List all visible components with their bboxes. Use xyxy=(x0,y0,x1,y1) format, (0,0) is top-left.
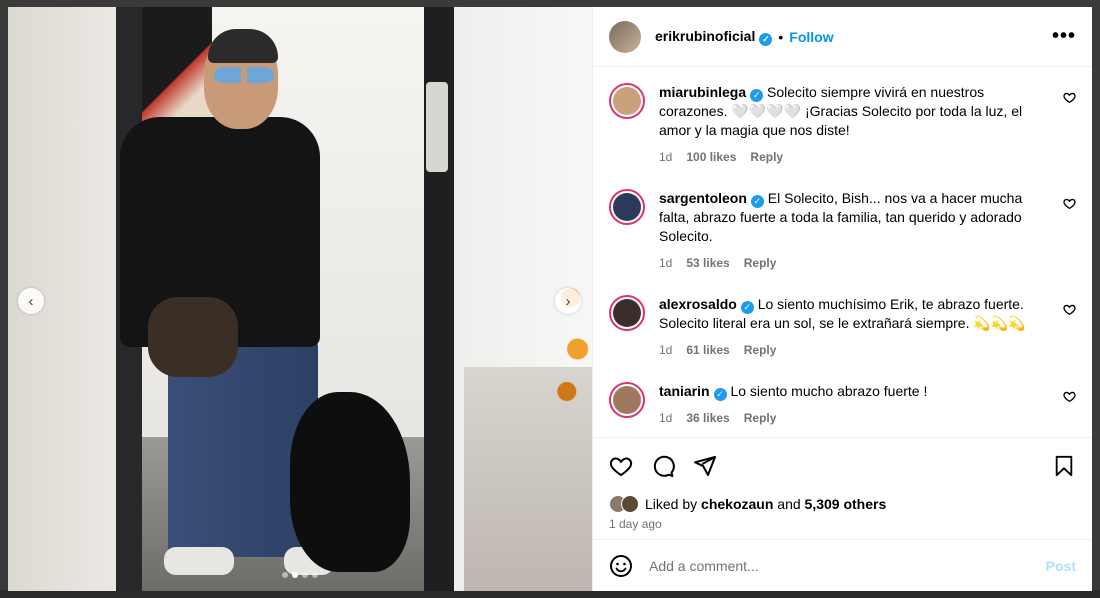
comment-time[interactable]: 1d xyxy=(659,148,672,167)
comment-body: taniarin ✓ Lo siento mucho abrazo fuerte … xyxy=(659,382,1056,428)
comment-reply-button[interactable]: Reply xyxy=(744,341,777,360)
comments-fade xyxy=(593,423,1092,437)
photo-person-sunglasses xyxy=(214,67,274,83)
follow-button[interactable]: Follow xyxy=(789,29,833,45)
post-time-ago[interactable]: 1 day ago xyxy=(593,515,1092,539)
liked-by-line: Liked by chekozaun and 5,309 others xyxy=(593,493,1092,515)
comment-meta: 1d 100 likes Reply xyxy=(659,148,1056,167)
comment-item: alexrosaldo ✓ Lo siento muchísimo Erik, t… xyxy=(609,295,1076,360)
verified-badge-icon: ✓ xyxy=(759,32,773,46)
commenter-avatar[interactable] xyxy=(609,189,645,225)
carousel-dot xyxy=(282,572,288,578)
post-header: erikrubinoficial ✓ • Follow ••• xyxy=(593,7,1092,67)
carousel-indicators xyxy=(8,572,592,578)
author-avatar[interactable] xyxy=(609,20,641,53)
post-comment-button[interactable]: Post xyxy=(1046,558,1076,574)
comment-body: miarubinlega ✓ Solecito siempre vivirá en… xyxy=(659,83,1056,167)
comments-list[interactable]: miarubinlega ✓ Solecito siempre vivirá en… xyxy=(593,67,1092,437)
comment-body: alexrosaldo ✓ Lo siento muchísimo Erik, t… xyxy=(659,295,1056,360)
commenter-username[interactable]: miarubinlega xyxy=(659,84,746,100)
commenter-avatar[interactable] xyxy=(609,83,645,119)
emoji-smiley-icon[interactable] xyxy=(609,554,633,578)
comment-meta: 1d 53 likes Reply xyxy=(659,254,1056,273)
liked-by-user[interactable]: chekozaun xyxy=(701,496,773,512)
share-send-icon[interactable] xyxy=(693,454,717,478)
post-photo[interactable]: ‹ › xyxy=(8,7,592,591)
like-heart-icon[interactable] xyxy=(609,454,633,478)
author-username[interactable]: erikrubinoficial xyxy=(655,28,755,44)
commenter-username[interactable]: taniarin xyxy=(659,383,710,399)
verified-badge-icon: ✓ xyxy=(750,89,764,102)
commenter-username[interactable]: alexrosaldo xyxy=(659,296,737,312)
verified-badge-icon: ✓ xyxy=(713,388,727,401)
verified-badge-icon: ✓ xyxy=(750,195,764,208)
bookmark-icon[interactable] xyxy=(1052,454,1076,478)
carousel-dot xyxy=(292,572,298,578)
photo-person-shoe-left xyxy=(164,547,234,575)
comment-item: taniarin ✓ Lo siento mucho abrazo fuerte … xyxy=(609,382,1076,428)
liked-by-avatars[interactable] xyxy=(609,495,639,513)
author-username-group: erikrubinoficial ✓ xyxy=(655,28,773,46)
comment-body: sargentoleon ✓ El Solecito, Bish... nos v… xyxy=(659,189,1056,273)
chevron-left-icon: ‹ xyxy=(28,292,34,310)
post-modal: ‹ › erikrubinoficial ✓ • Follow ••• miaru… xyxy=(8,7,1092,591)
photo-flowers xyxy=(556,247,592,417)
carousel-next-button[interactable]: › xyxy=(555,288,581,314)
comment-like-heart-icon[interactable] xyxy=(1056,189,1076,273)
backdrop[interactable] xyxy=(0,590,1100,598)
photo-painting xyxy=(142,7,212,127)
carousel-prev-button[interactable]: ‹ xyxy=(18,288,44,314)
post-side-panel: erikrubinoficial ✓ • Follow ••• miarubinl… xyxy=(592,7,1092,591)
comment-item: miarubinlega ✓ Solecito siempre vivirá en… xyxy=(609,83,1076,167)
comment-text: Lo siento mucho abrazo fuerte ! xyxy=(730,383,928,399)
post-actions xyxy=(593,437,1092,493)
more-options-icon[interactable]: ••• xyxy=(1052,25,1076,48)
comment-likes[interactable]: 61 likes xyxy=(686,341,729,360)
add-comment-bar: Post xyxy=(593,539,1092,591)
header-separator: • xyxy=(778,28,784,45)
photo-dog xyxy=(290,392,410,572)
photo-person-bag xyxy=(148,297,238,377)
liked-by-prefix: Liked by xyxy=(645,496,698,512)
liked-by-and: and xyxy=(777,496,801,512)
photo-intercom xyxy=(426,82,448,172)
comment-bubble-icon[interactable] xyxy=(651,454,675,478)
chevron-right-icon: › xyxy=(565,292,571,310)
comment-reply-button[interactable]: Reply xyxy=(750,148,783,167)
comment-likes[interactable]: 53 likes xyxy=(686,254,729,273)
carousel-dot xyxy=(302,572,308,578)
comment-input[interactable] xyxy=(649,557,1046,574)
liked-by-avatar xyxy=(621,495,639,513)
commenter-avatar[interactable] xyxy=(609,382,645,418)
comment-meta: 1d 61 likes Reply xyxy=(659,341,1056,360)
comment-like-heart-icon[interactable] xyxy=(1056,295,1076,360)
comment-time[interactable]: 1d xyxy=(659,254,672,273)
comment-reply-button[interactable]: Reply xyxy=(744,254,777,273)
liked-by-others[interactable]: 5,309 others xyxy=(805,496,887,512)
comment-time[interactable]: 1d xyxy=(659,341,672,360)
carousel-dot xyxy=(312,572,318,578)
comment-like-heart-icon[interactable] xyxy=(1056,382,1076,428)
comment-like-heart-icon[interactable] xyxy=(1056,83,1076,167)
comment-item: sargentoleon ✓ El Solecito, Bish... nos v… xyxy=(609,189,1076,273)
commenter-username[interactable]: sargentoleon xyxy=(659,190,747,206)
verified-badge-icon: ✓ xyxy=(740,301,754,314)
commenter-avatar[interactable] xyxy=(609,295,645,331)
comment-likes[interactable]: 100 likes xyxy=(686,148,736,167)
